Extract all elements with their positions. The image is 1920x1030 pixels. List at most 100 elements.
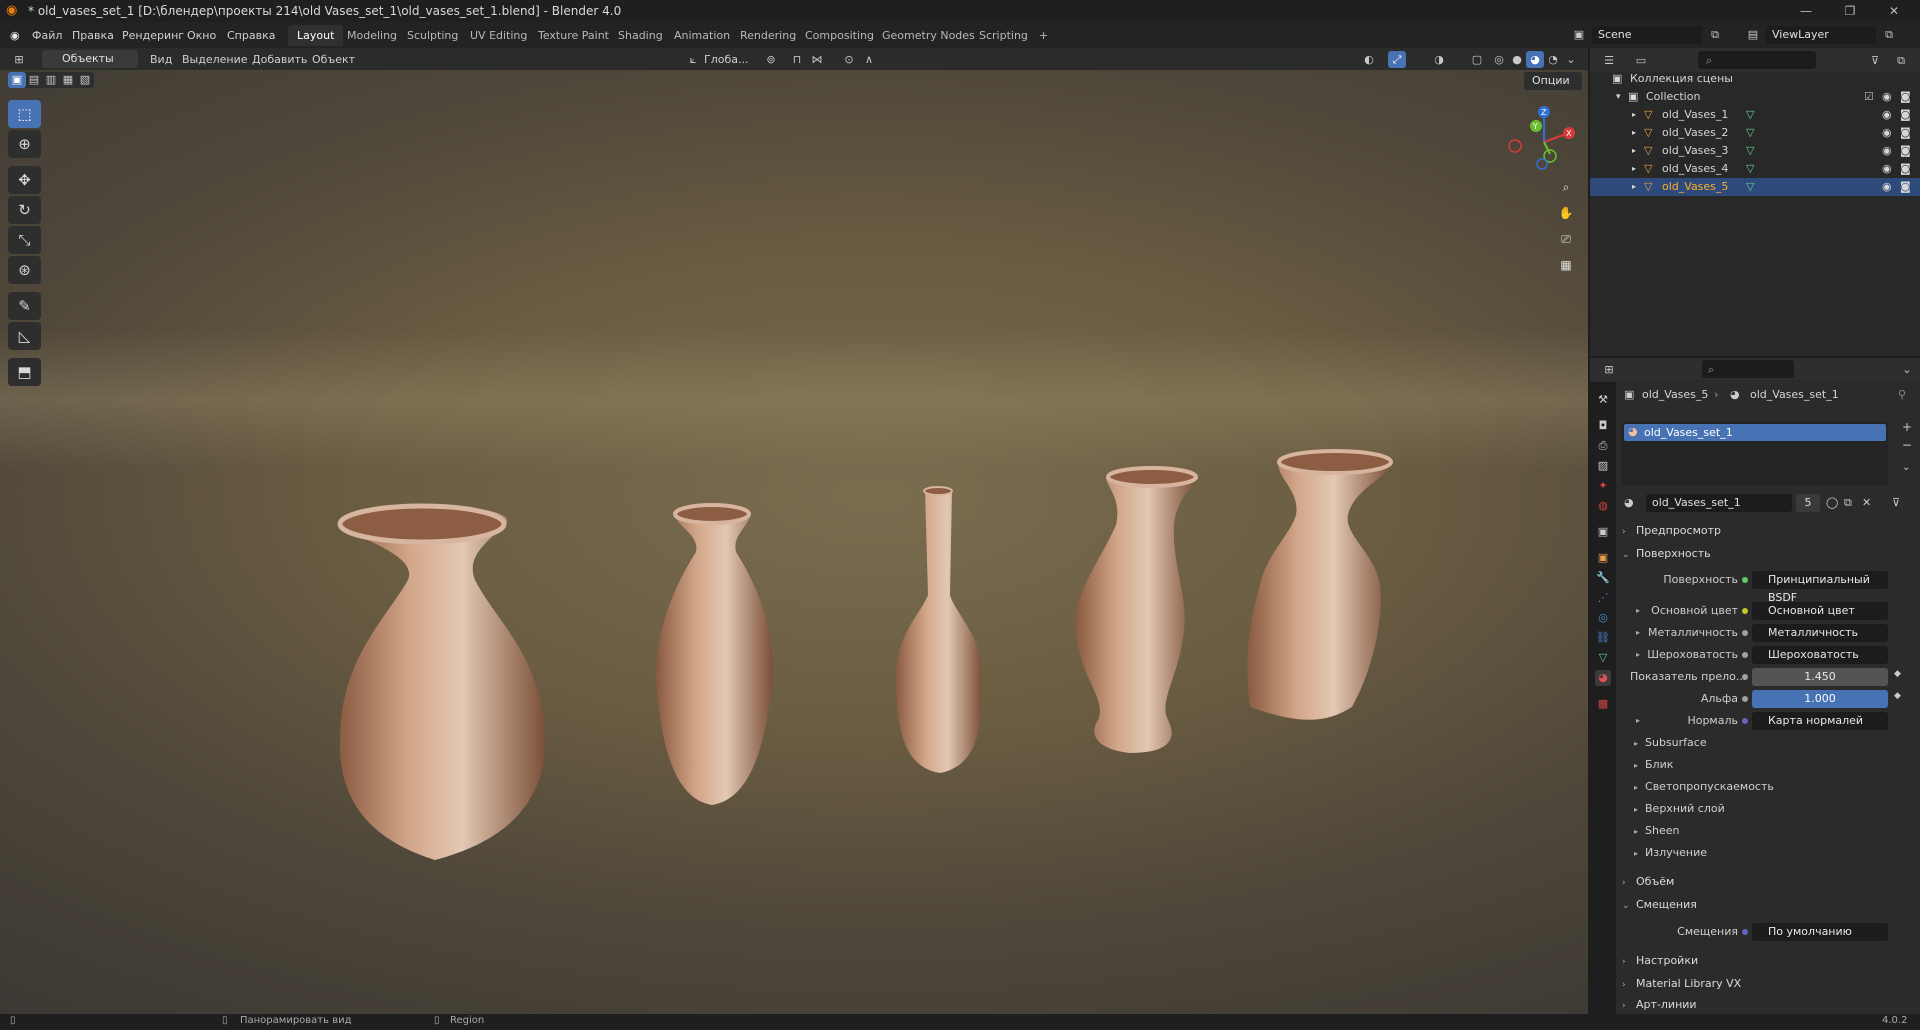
ior-field[interactable]: 1.450: [1752, 668, 1888, 686]
camera-icon[interactable]: ◙: [1900, 160, 1911, 178]
panel-volume[interactable]: › Объём: [1622, 871, 1912, 893]
vase-2[interactable]: [650, 500, 780, 810]
list-item-active[interactable]: ▸ ▽ old_Vases_5 ▽ ◉ ◙: [1590, 178, 1920, 196]
mode-selector[interactable]: Объекты: [42, 50, 138, 68]
menu-render[interactable]: Рендеринг: [122, 27, 184, 44]
duplicate-material-icon[interactable]: ⧉: [1844, 496, 1852, 510]
camera-icon[interactable]: ◙: [1900, 124, 1911, 142]
properties-options-icon[interactable]: ⌄: [1898, 361, 1916, 378]
tab-texture-paint[interactable]: Texture Paint: [529, 25, 618, 46]
view-layer-selector[interactable]: ViewLayer: [1766, 26, 1876, 44]
subsection-emission[interactable]: ▸ Излучение: [1634, 843, 1707, 863]
properties-editor-icon[interactable]: ⊞: [1600, 361, 1618, 378]
metallic-field[interactable]: Металличность: [1752, 624, 1888, 642]
subsection-coat[interactable]: ▸ Верхний слой: [1634, 799, 1725, 819]
object-tab-icon[interactable]: ▣: [1595, 550, 1611, 566]
subsection-specular[interactable]: ▸ Блик: [1634, 755, 1673, 775]
menu-window[interactable]: Окно: [187, 27, 216, 44]
vase-1[interactable]: [330, 440, 550, 860]
expand-chevron-icon[interactable]: ▾: [1616, 88, 1621, 106]
tab-animation[interactable]: Animation: [665, 25, 739, 46]
modifier-tab-icon[interactable]: 🔧: [1595, 570, 1611, 586]
tab-layout[interactable]: Layout: [288, 25, 344, 46]
panel-surface[interactable]: ⌄ Поверхность: [1622, 543, 1912, 565]
rotate-tool-icon[interactable]: ↻: [8, 196, 41, 224]
eye-icon[interactable]: ◉: [1882, 160, 1892, 178]
camera-icon[interactable]: ◙: [1900, 106, 1911, 124]
transform-tool-icon[interactable]: ⊛: [8, 256, 41, 284]
shading-rendered-icon[interactable]: ◔: [1544, 51, 1562, 68]
mesh-data-icon[interactable]: ▽: [1746, 142, 1754, 160]
select-invert-icon[interactable]: ▦: [59, 72, 77, 88]
checkbox-icon[interactable]: ☑: [1864, 88, 1874, 106]
physics-tab-icon[interactable]: ◎: [1595, 610, 1611, 626]
measure-tool-icon[interactable]: ◺: [8, 322, 41, 350]
orientation-selector[interactable]: Глоба...: [704, 51, 748, 68]
cursor-tool-icon[interactable]: ⊕: [8, 130, 41, 158]
filter-icon[interactable]: ⊽: [1866, 52, 1884, 69]
tab-geometry-nodes[interactable]: Geometry Nodes: [873, 25, 984, 46]
minimize-button[interactable]: —: [1786, 2, 1826, 20]
menu-file[interactable]: Файл: [32, 27, 62, 44]
options-button[interactable]: Опции: [1524, 72, 1582, 90]
select-box-tool-icon[interactable]: ⬚: [8, 100, 41, 128]
mesh-data-icon[interactable]: ▽: [1746, 160, 1754, 178]
particles-tab-icon[interactable]: ⋰: [1595, 590, 1611, 606]
expand-chevron-icon[interactable]: ▸: [1636, 711, 1640, 731]
material-tab-icon[interactable]: ◕: [1595, 670, 1611, 686]
slot-specials-icon[interactable]: ⌄: [1902, 462, 1910, 473]
new-scene-icon[interactable]: ⧉: [1706, 26, 1724, 43]
expand-chevron-icon[interactable]: ▸: [1632, 106, 1636, 124]
expand-chevron-icon[interactable]: ▸: [1636, 623, 1640, 643]
surface-shader-field[interactable]: Принципиальный BSDF: [1752, 571, 1888, 604]
mesh-data-icon[interactable]: ▽: [1746, 106, 1754, 124]
unlink-material-icon[interactable]: ✕: [1862, 496, 1871, 509]
tool-tab-icon[interactable]: ⚒: [1595, 392, 1611, 408]
eye-icon[interactable]: ◉: [1882, 106, 1892, 124]
falloff-icon[interactable]: ∧: [860, 51, 878, 68]
mesh-data-icon[interactable]: ▽: [1746, 124, 1754, 142]
expand-chevron-icon[interactable]: ▸: [1632, 124, 1636, 142]
expand-chevron-icon[interactable]: ▸: [1636, 645, 1640, 665]
expand-chevron-icon[interactable]: ▸: [1636, 601, 1640, 621]
pan-hand-icon[interactable]: ✋: [1555, 202, 1577, 224]
alpha-field[interactable]: 1.000: [1752, 690, 1888, 708]
collection-row[interactable]: ▾ ▣ Collection ☑ ◉ ◙: [1590, 88, 1920, 106]
view-layer-tab-icon[interactable]: ▨: [1595, 458, 1611, 474]
new-view-layer-icon[interactable]: ⧉: [1880, 26, 1898, 43]
normal-field[interactable]: Карта нормалей: [1752, 712, 1888, 730]
list-item[interactable]: ▸ ▽ old_Vases_1 ▽ ◉ ◙: [1590, 106, 1920, 124]
blender-menu-icon[interactable]: ◉: [10, 27, 20, 44]
vase-3[interactable]: [890, 485, 990, 777]
expand-chevron-icon[interactable]: ▸: [1632, 142, 1636, 160]
select-extend-icon[interactable]: ▤: [25, 72, 43, 88]
view-layer-icon[interactable]: ▤: [1744, 26, 1762, 43]
menu-select[interactable]: Выделение: [182, 51, 248, 68]
overlay-icon[interactable]: ◑: [1430, 51, 1448, 68]
eye-icon[interactable]: ◉: [1882, 124, 1892, 142]
zoom-icon[interactable]: ⌕: [1555, 176, 1577, 198]
material-name-field[interactable]: old_Vases_set_1: [1646, 494, 1792, 512]
menu-help[interactable]: Справка: [227, 27, 275, 44]
camera-icon[interactable]: ◙: [1900, 178, 1911, 196]
base-color-field[interactable]: Основной цвет: [1752, 602, 1888, 620]
panel-lineart[interactable]: › Арт-линии: [1622, 996, 1912, 1014]
displacement-field[interactable]: По умолчанию: [1752, 923, 1888, 941]
maximize-button[interactable]: ❐: [1830, 2, 1870, 20]
subsection-transmission[interactable]: ▸ Светопропускаемость: [1634, 777, 1774, 797]
tab-compositing[interactable]: Compositing: [796, 25, 883, 46]
select-intersect-icon[interactable]: ▧: [76, 72, 94, 88]
subsection-subsurface[interactable]: ▸ Subsurface: [1634, 733, 1707, 753]
roughness-field[interactable]: Шероховатость: [1752, 646, 1888, 664]
eye-icon[interactable]: ◉: [1882, 178, 1892, 196]
mesh-data-icon[interactable]: ▽: [1746, 178, 1754, 196]
select-new-icon[interactable]: ▣: [8, 72, 26, 88]
remove-slot-button[interactable]: −: [1902, 438, 1912, 452]
navigation-gizmo[interactable]: Z X Y: [1500, 100, 1580, 180]
tab-modeling[interactable]: Modeling: [338, 25, 406, 46]
3d-viewport[interactable]: ▣ ▤ ▥ ▦ ▧ Опции ⬚ ⊕ ✥ ↻ ⤡ ⊛ ✎ ◺ ⬒ Z X Y …: [0, 70, 1588, 1014]
xray-icon[interactable]: ▢: [1468, 51, 1486, 68]
expand-chevron-icon[interactable]: ▸: [1632, 178, 1636, 196]
keyframe-dot-icon[interactable]: ◆: [1894, 691, 1901, 701]
expand-chevron-icon[interactable]: ▸: [1632, 160, 1636, 178]
